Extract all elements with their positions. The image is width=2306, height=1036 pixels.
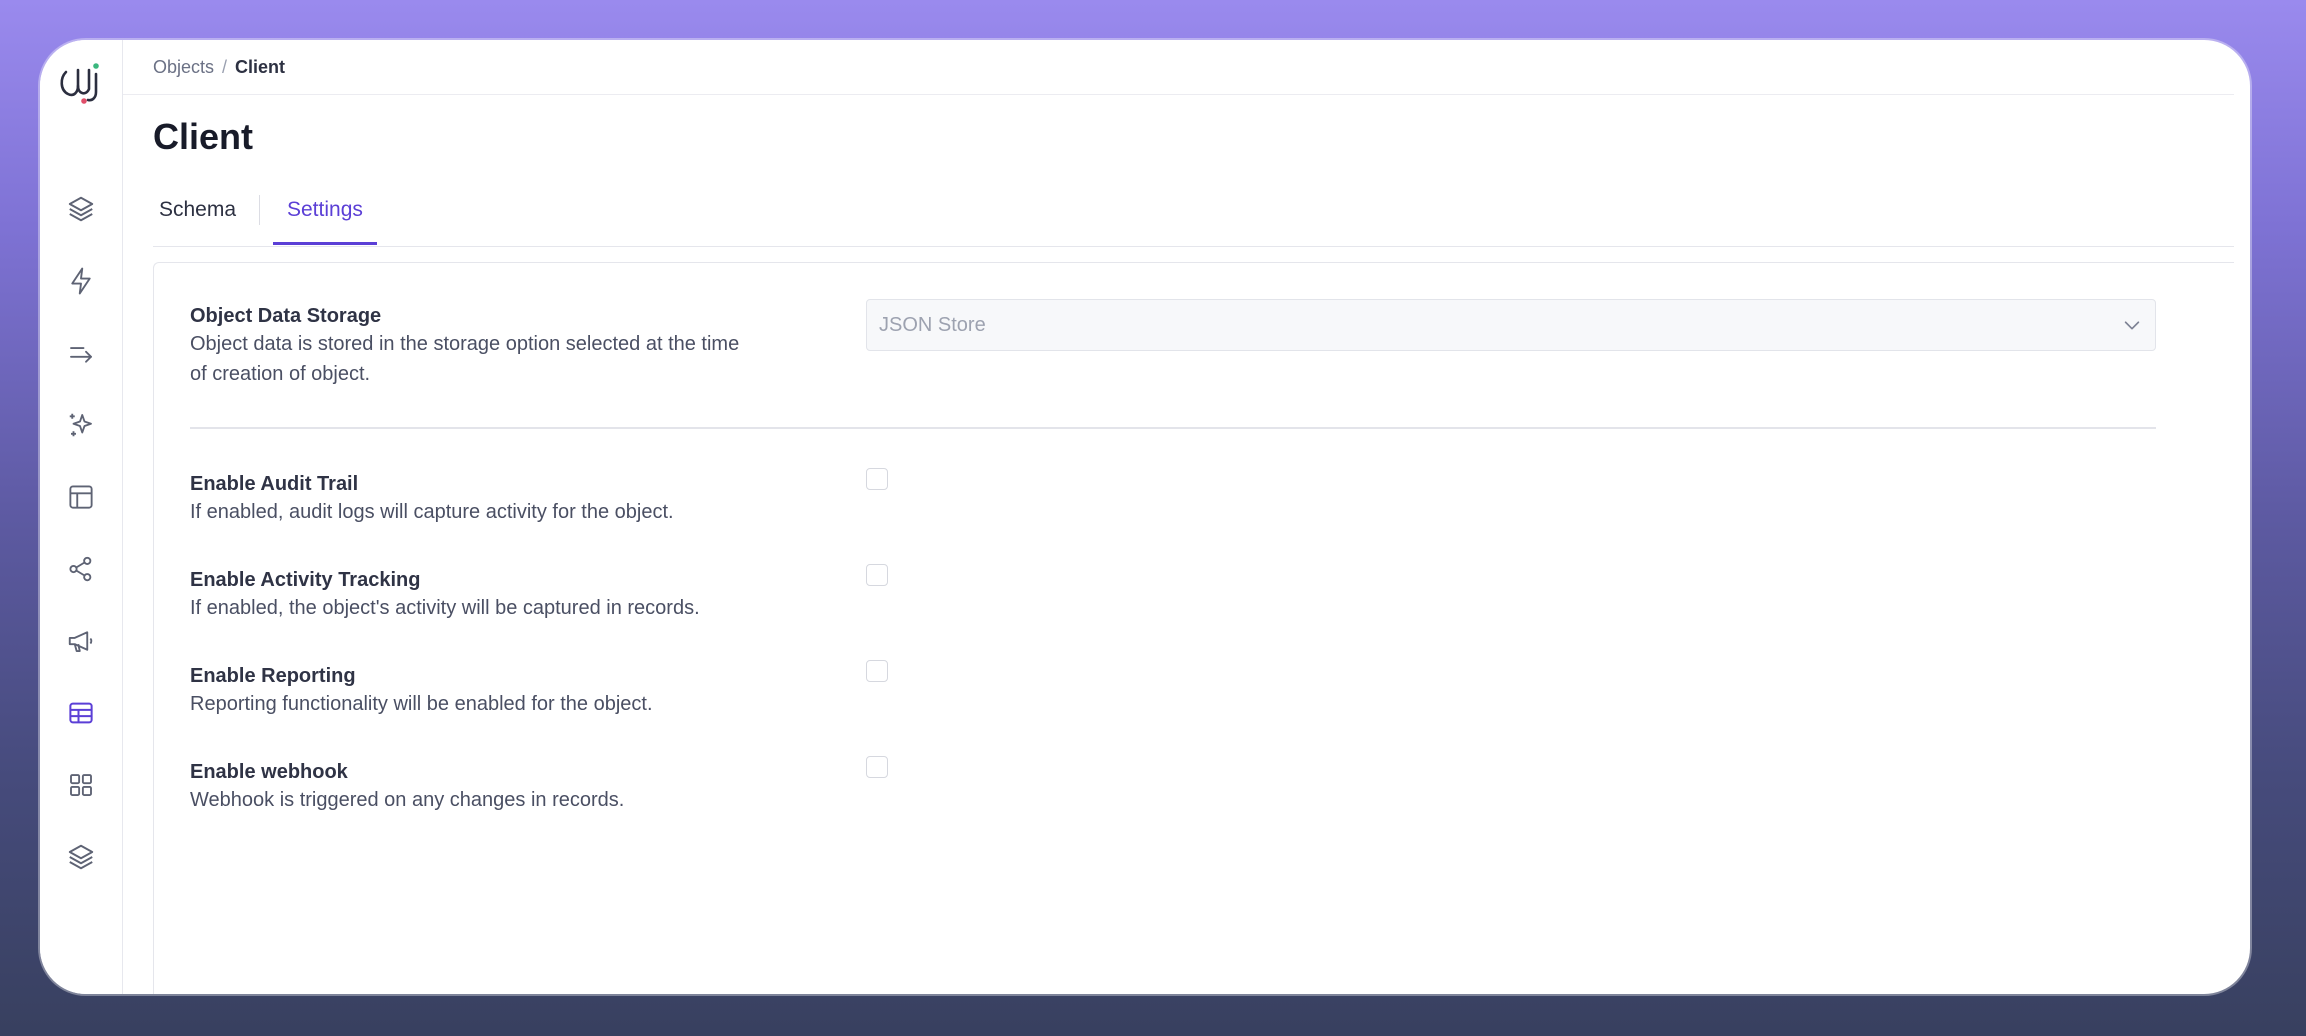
- storage-description-line2: of creation of object.: [190, 363, 371, 385]
- audit-trail-description: If enabled, audit logs will capture acti…: [190, 501, 674, 523]
- layers-icon[interactable]: [64, 192, 98, 226]
- tab-separator: [259, 195, 260, 225]
- audit-trail-checkbox[interactable]: [866, 468, 888, 490]
- audit-trail-label: Enable Audit Trail: [190, 473, 359, 495]
- webhook-description: Webhook is triggered on any changes in r…: [190, 789, 625, 811]
- storage-label: Object Data Storage: [190, 305, 382, 327]
- breadcrumb-current: Client: [235, 57, 286, 77]
- breadcrumb-objects-link[interactable]: Objects: [153, 57, 214, 78]
- breadcrumb: Objects / Client: [153, 57, 285, 78]
- reporting-label: Enable Reporting: [190, 665, 356, 687]
- webhook-checkbox[interactable]: [866, 756, 888, 778]
- settings-panel: Object Data Storage Object data is store…: [153, 262, 2234, 994]
- storage-description-line1: Object data is stored in the storage opt…: [190, 333, 740, 355]
- sidebar: [40, 40, 123, 994]
- webhook-label: Enable webhook: [190, 761, 348, 783]
- stack-icon[interactable]: [64, 840, 98, 874]
- reporting-description: Reporting functionality will be enabled …: [190, 693, 653, 715]
- sparkles-icon[interactable]: [64, 408, 98, 442]
- storage-select[interactable]: JSON Store: [866, 299, 2156, 351]
- lightning-icon[interactable]: [64, 264, 98, 298]
- storage-select-value: JSON Store: [879, 313, 986, 336]
- activity-tracking-description: If enabled, the object's activity will b…: [190, 597, 700, 619]
- page-title: Client: [153, 116, 254, 157]
- megaphone-icon[interactable]: [64, 624, 98, 658]
- breadcrumb-separator: /: [222, 57, 228, 77]
- app-logo[interactable]: [56, 56, 106, 106]
- activity-tracking-label: Enable Activity Tracking: [190, 569, 421, 591]
- main-content: Objects / Client Client Schema Settings …: [123, 40, 2234, 994]
- chevron-down-icon: [2121, 314, 2143, 336]
- share-nodes-icon[interactable]: [64, 552, 98, 586]
- app-window: Objects / Client Client Schema Settings …: [40, 40, 2250, 994]
- tab-settings[interactable]: Settings: [273, 192, 377, 245]
- activity-tracking-checkbox[interactable]: [866, 564, 888, 586]
- tab-bar: Schema Settings: [153, 192, 2234, 247]
- section-divider: [190, 427, 2156, 429]
- layout-icon[interactable]: [64, 480, 98, 514]
- header-divider: [123, 94, 2234, 95]
- tab-schema[interactable]: Schema: [159, 192, 236, 244]
- logo-icon: [60, 63, 99, 104]
- arrows-right-icon[interactable]: [64, 336, 98, 370]
- reporting-checkbox[interactable]: [866, 660, 888, 682]
- grid-icon[interactable]: [64, 768, 98, 802]
- table-icon[interactable]: [64, 696, 98, 730]
